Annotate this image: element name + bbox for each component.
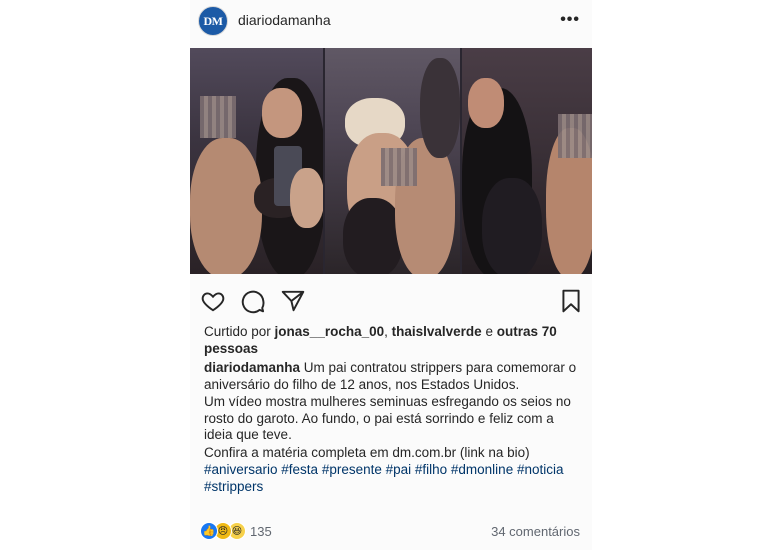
caption-line-3: Confira a matéria completa em dm.com.br … bbox=[204, 444, 530, 460]
caption-username[interactable]: diariodamanha bbox=[204, 360, 300, 375]
liker-link-2[interactable]: thaislvalverde bbox=[392, 324, 482, 339]
more-options-icon[interactable]: ••• bbox=[560, 12, 580, 28]
post-image[interactable] bbox=[190, 48, 592, 274]
photo-2 bbox=[325, 48, 460, 274]
reactions-footer: 👍 😠 😆 135 34 comentários bbox=[190, 515, 592, 545]
likes-prefix: Curtido por bbox=[204, 324, 275, 339]
photo-3 bbox=[462, 48, 592, 274]
comments-count[interactable]: 34 comentários bbox=[491, 524, 580, 539]
liker-link-1[interactable]: jonas__rocha_00 bbox=[275, 324, 385, 339]
likes-and: e bbox=[481, 324, 497, 339]
caption-line-2: Um vídeo mostra mulheres seminuas esfreg… bbox=[204, 394, 571, 442]
post-header: DM diariodamanha ••• bbox=[190, 0, 592, 44]
caption-hashtags[interactable]: #aniversario #festa #presente #pai #filh… bbox=[204, 462, 584, 495]
like-reaction-icon: 👍 bbox=[200, 522, 218, 540]
bookmark-icon[interactable] bbox=[558, 288, 584, 314]
share-icon[interactable] bbox=[280, 288, 306, 314]
username[interactable]: diariodamanha bbox=[238, 12, 331, 28]
likes-separator: , bbox=[384, 324, 392, 339]
comment-icon[interactable] bbox=[240, 288, 266, 314]
reaction-count[interactable]: 135 bbox=[250, 524, 272, 539]
caption: diariodamanha Um pai contratou strippers… bbox=[204, 360, 584, 496]
likes-summary: Curtido por jonas__rocha_00, thaislvalve… bbox=[204, 323, 584, 357]
action-bar bbox=[190, 286, 592, 316]
post-card: DM diariodamanha ••• Curtido por jonas__… bbox=[190, 0, 592, 550]
photo-1 bbox=[190, 48, 323, 274]
avatar[interactable]: DM bbox=[198, 6, 228, 36]
heart-icon[interactable] bbox=[200, 288, 226, 314]
avatar-logo-text: DM bbox=[203, 13, 224, 28]
